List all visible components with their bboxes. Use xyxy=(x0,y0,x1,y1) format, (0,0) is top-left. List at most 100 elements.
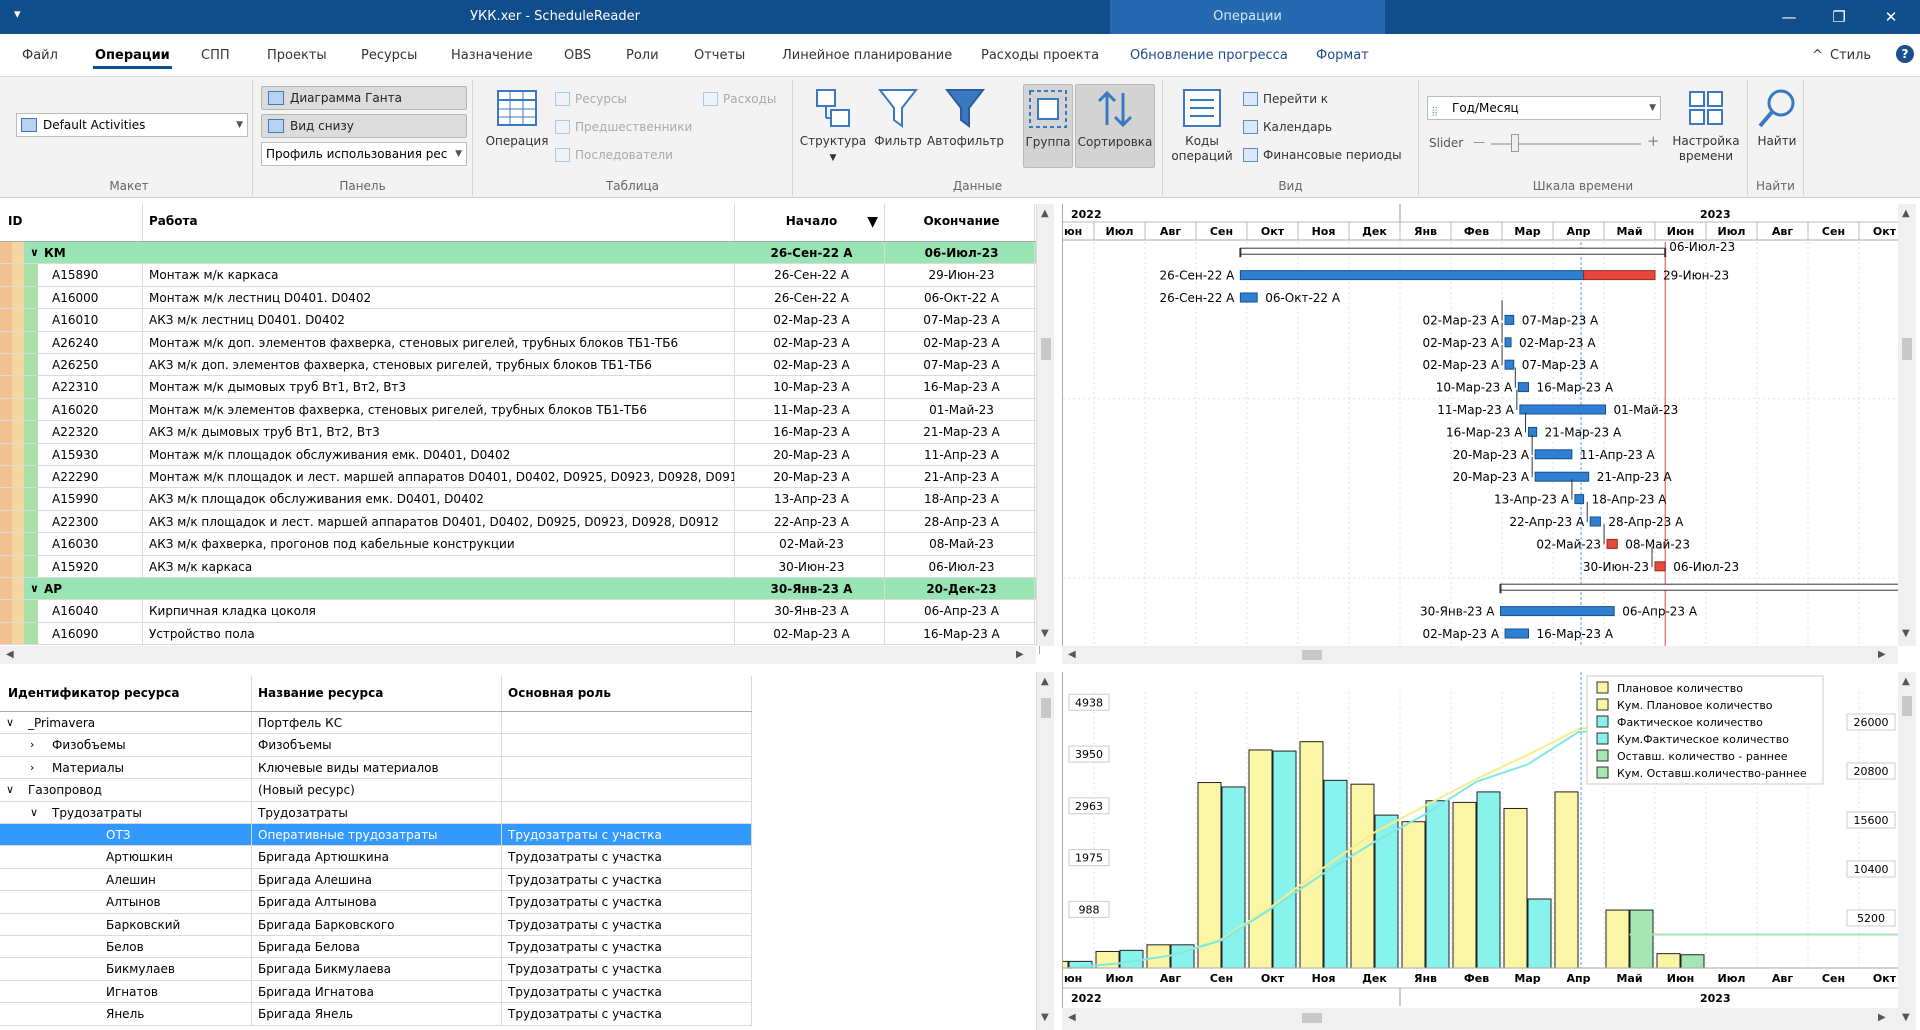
resources-button[interactable]: Ресурсы xyxy=(553,88,627,110)
goto-button[interactable]: Перейти к xyxy=(1241,88,1328,110)
resource-row[interactable]: Янель Бригада Янель Трудозатраты с участка xyxy=(0,1003,752,1026)
scroll-right-icon[interactable]: ▶ xyxy=(1016,649,1024,660)
resource-row[interactable]: Артюшкин Бригада Артюшкина Трудозатраты с … xyxy=(0,846,752,869)
activities-vscroll-thumb[interactable] xyxy=(1041,338,1051,360)
activity-row[interactable]: A16040 Кирпичная кладка цоколя 30-Янв-23 A… xyxy=(0,600,1036,623)
res-col-name-header[interactable]: Название ресурса xyxy=(252,676,502,711)
resource-row[interactable]: › Материалы Ключевые виды материалов xyxy=(0,756,752,780)
slider-plus-button[interactable]: + xyxy=(1647,132,1660,150)
resource-row[interactable]: Бикмулаев Бригада Бикмулаева Трудозатраты … xyxy=(0,958,752,981)
activity-row[interactable]: A22310 Монтаж м/к дымовых труб Вт1, Вт2, … xyxy=(0,376,1036,399)
operation-button[interactable]: Операция xyxy=(483,86,551,149)
scroll-down-icon[interactable]: ▼ xyxy=(1041,628,1049,639)
scroll-up-icon[interactable]: ▲ xyxy=(1041,208,1049,219)
tab-file[interactable]: Файл xyxy=(22,48,58,63)
activity-row[interactable]: A16090 Устройство пола 02-Мар-23 A 16-Мар-2… xyxy=(0,622,1036,646)
structure-button[interactable]: Структура ▼ xyxy=(799,86,867,166)
activity-row[interactable]: A22290 Монтаж м/к площадок и лест. маршей… xyxy=(0,466,1036,489)
chart-vscroll-thumb[interactable] xyxy=(1902,696,1912,716)
resource-row[interactable]: ОТЗ Оперативные трудозатраты Трудозатраты … xyxy=(0,824,752,847)
wbs-group-row[interactable]: ∨ КМ 26-Сен-22 A 06-Июл-23 xyxy=(0,242,1036,265)
activity-row[interactable]: A26250 АКЗ м/к доп. элементов фахверка, с… xyxy=(0,354,1036,377)
successors-button[interactable]: Последователи xyxy=(553,144,673,166)
activity-row[interactable]: A15890 Монтаж м/к каркаса 26-Сен-22 A 29-Ию… xyxy=(0,264,1036,287)
activity-row[interactable]: A16030 АКЗ м/к фахверка, прогонов под каб… xyxy=(0,533,1036,556)
gantt-scroll-down-icon[interactable]: ▼ xyxy=(1902,628,1910,639)
activity-row[interactable]: A16020 Монтаж м/к элементов фахверка, сте… xyxy=(0,398,1036,422)
col-name-header[interactable]: Работа xyxy=(143,204,735,241)
gantt-scroll-up-icon[interactable]: ▲ xyxy=(1902,208,1910,219)
time-settings-button[interactable]: Настройка времени xyxy=(1671,86,1741,164)
slider-minus-button[interactable]: — xyxy=(1473,135,1485,149)
res-scroll-up-icon[interactable]: ▲ xyxy=(1041,676,1049,687)
resource-row[interactable]: Барковский Бригада Барковского Трудозатрат… xyxy=(0,913,752,936)
activity-row[interactable]: A26240 Монтаж м/к доп. элементов фахверка… xyxy=(0,331,1036,354)
activity-row[interactable]: A15920 АКЗ м/к каркаса 30-Июн-23 06-Июл-23 xyxy=(0,555,1036,578)
tab-operations[interactable]: Операции xyxy=(93,48,172,69)
res-col-id-header[interactable]: Идентификатор ресурса xyxy=(0,676,252,711)
chart-scroll-down-icon[interactable]: ▼ xyxy=(1902,1012,1910,1023)
autofilter-button[interactable]: Автофильтр xyxy=(927,86,1004,149)
gantt-hscroll[interactable]: ◀ ▶ xyxy=(1062,646,1898,664)
collapse-chevron-icon[interactable]: ∨ xyxy=(30,578,39,600)
resource-row[interactable]: ∨ _Primavera Портфель КС xyxy=(0,712,752,735)
slider-thumb[interactable] xyxy=(1511,134,1519,152)
tab-projects[interactable]: Проекты xyxy=(267,48,327,63)
sort-button[interactable]: Сортировка xyxy=(1075,84,1155,168)
gantt-scroll-left-icon[interactable]: ◀ xyxy=(1068,649,1076,660)
profile-combo[interactable]: Профиль использования рес ▼ xyxy=(261,142,467,166)
find-button[interactable]: Найти xyxy=(1752,86,1802,149)
chart-hscroll-thumb[interactable] xyxy=(1302,1013,1322,1023)
collapse-chevron-icon[interactable]: ∨ xyxy=(30,242,39,264)
gantt-hscroll-thumb[interactable] xyxy=(1302,650,1322,660)
activities-hscroll[interactable]: ◀ ▶ xyxy=(0,646,1036,664)
chart-vscroll[interactable]: ▲ ▼ xyxy=(1898,672,1916,1030)
res-vscroll-thumb[interactable] xyxy=(1041,698,1051,718)
gantt-chart-toggle[interactable]: Диаграмма Ганта xyxy=(261,86,467,110)
resource-row[interactable]: Алешин Бригада Алешина Трудозатраты с учас… xyxy=(0,868,752,892)
resources-vscroll[interactable]: ▲ ▼ xyxy=(1036,672,1054,1030)
collapse-ribbon-icon[interactable]: ^ xyxy=(1812,48,1823,63)
activity-row[interactable]: A16000 Монтаж м/к лестниц D0401. D0402 26-… xyxy=(0,286,1036,310)
scroll-left-icon[interactable]: ◀ xyxy=(6,649,14,660)
col-finish-header[interactable]: Окончание xyxy=(885,204,1035,241)
activities-vscroll[interactable]: ▲ ▼ xyxy=(1036,204,1054,646)
tab-linear-planning[interactable]: Линейное планирование xyxy=(782,48,952,63)
wbs-group-row[interactable]: ∨ АР 30-Янв-23 A 20-Дек-23 xyxy=(0,578,1036,601)
group-button[interactable]: Группа xyxy=(1023,84,1073,168)
expenses-button[interactable]: Расходы xyxy=(701,88,776,110)
tab-reports[interactable]: Отчеты xyxy=(694,48,745,63)
tab-wbs[interactable]: СПП xyxy=(201,48,230,63)
resource-row[interactable]: Игнатов Бригада Игнатова Трудозатраты с уч… xyxy=(0,980,752,1004)
activity-row[interactable]: A22320 АКЗ м/к дымовых труб Вт1, Вт2, Вт3… xyxy=(0,421,1036,444)
calendar-button[interactable]: Календарь xyxy=(1241,116,1332,138)
res-scroll-down-icon[interactable]: ▼ xyxy=(1041,1012,1049,1023)
tab-assignment[interactable]: Назначение xyxy=(451,48,533,63)
style-menu[interactable]: Стиль xyxy=(1830,48,1871,63)
bottom-view-toggle[interactable]: Вид снизу xyxy=(261,114,467,138)
layout-combo[interactable]: Default Activities ▼ xyxy=(16,113,248,137)
restore-button[interactable]: ❐ xyxy=(1816,0,1862,34)
res-col-role-header[interactable]: Основная роль xyxy=(502,676,752,711)
activity-row[interactable]: A16010 АКЗ м/к лестниц D0401. D0402 02-Мар… xyxy=(0,309,1036,332)
activity-row[interactable]: A15990 АКЗ м/к площадок обслуживания емк.… xyxy=(0,488,1036,511)
resource-row[interactable]: Белов Бригада Белова Трудозатраты с участк… xyxy=(0,936,752,959)
resource-row[interactable]: › Физобъемы Физобъемы xyxy=(0,734,752,757)
tab-resources[interactable]: Ресурсы xyxy=(361,48,417,63)
gantt-vscroll[interactable]: ▲ ▼ xyxy=(1898,204,1916,646)
tab-roles[interactable]: Роли xyxy=(626,48,659,63)
timescale-combo[interactable]: ⦙⦙ Год/Месяц ▼ xyxy=(1427,96,1661,120)
resource-row[interactable]: ∨ Трудозатраты Трудозатраты xyxy=(0,801,752,824)
tab-project-expenses[interactable]: Расходы проекта xyxy=(981,48,1099,63)
predecessors-button[interactable]: Предшественники xyxy=(553,116,692,138)
chart-scroll-right-icon[interactable]: ▶ xyxy=(1878,1012,1886,1023)
resource-row[interactable]: Алтынов Бригада Алтынова Трудозатраты с уч… xyxy=(0,891,752,914)
tab-format[interactable]: Формат xyxy=(1316,48,1369,63)
close-button[interactable]: ✕ xyxy=(1868,0,1914,34)
tab-progress-update[interactable]: Обновление прогресса xyxy=(1130,48,1288,63)
tab-obs[interactable]: OBS xyxy=(564,48,591,63)
help-icon[interactable]: ? xyxy=(1896,45,1914,63)
gantt-vscroll-thumb[interactable] xyxy=(1902,338,1912,360)
gantt-scroll-right-icon[interactable]: ▶ xyxy=(1878,649,1886,660)
chart-scroll-up-icon[interactable]: ▲ xyxy=(1902,676,1910,687)
